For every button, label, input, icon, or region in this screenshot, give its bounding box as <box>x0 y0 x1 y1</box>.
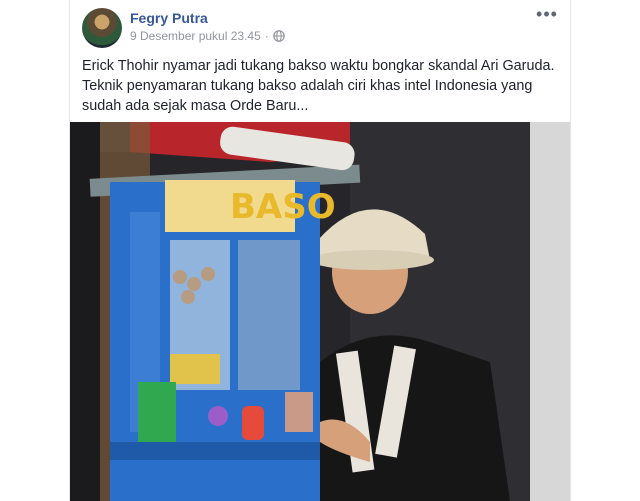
avatar[interactable] <box>82 8 122 48</box>
bakso-cart <box>89 126 361 501</box>
more-horizontal-icon[interactable]: ••• <box>536 5 558 24</box>
post-timestamp[interactable]: 9 Desember pukul 23.45 <box>130 29 261 43</box>
post-text-line: sudah ada sejak masa Orde Baru... <box>82 98 309 114</box>
post-text-line: Erick Thohir nyamar jadi tukang bakso wa… <box>82 58 555 74</box>
facebook-post-card: Fegry Putra 9 Desember pukul 23.45 · •••… <box>70 0 570 501</box>
post-text: Erick Thohir nyamar jadi tukang bakso wa… <box>82 56 562 116</box>
cart-sign: BASO <box>230 187 336 227</box>
post-text-line: Teknik penyamaran tukang bakso adalah ci… <box>82 78 533 94</box>
author-name[interactable]: Fegry Putra <box>130 10 208 26</box>
post-photo[interactable]: BASO <box>70 122 570 501</box>
globe-icon[interactable] <box>272 30 285 42</box>
post-header: Fegry Putra 9 Desember pukul 23.45 · ••• <box>82 5 558 48</box>
separator-dot: · <box>264 29 269 43</box>
photo-scene: BASO <box>70 122 570 501</box>
post-meta: 9 Desember pukul 23.45 · <box>130 29 285 43</box>
